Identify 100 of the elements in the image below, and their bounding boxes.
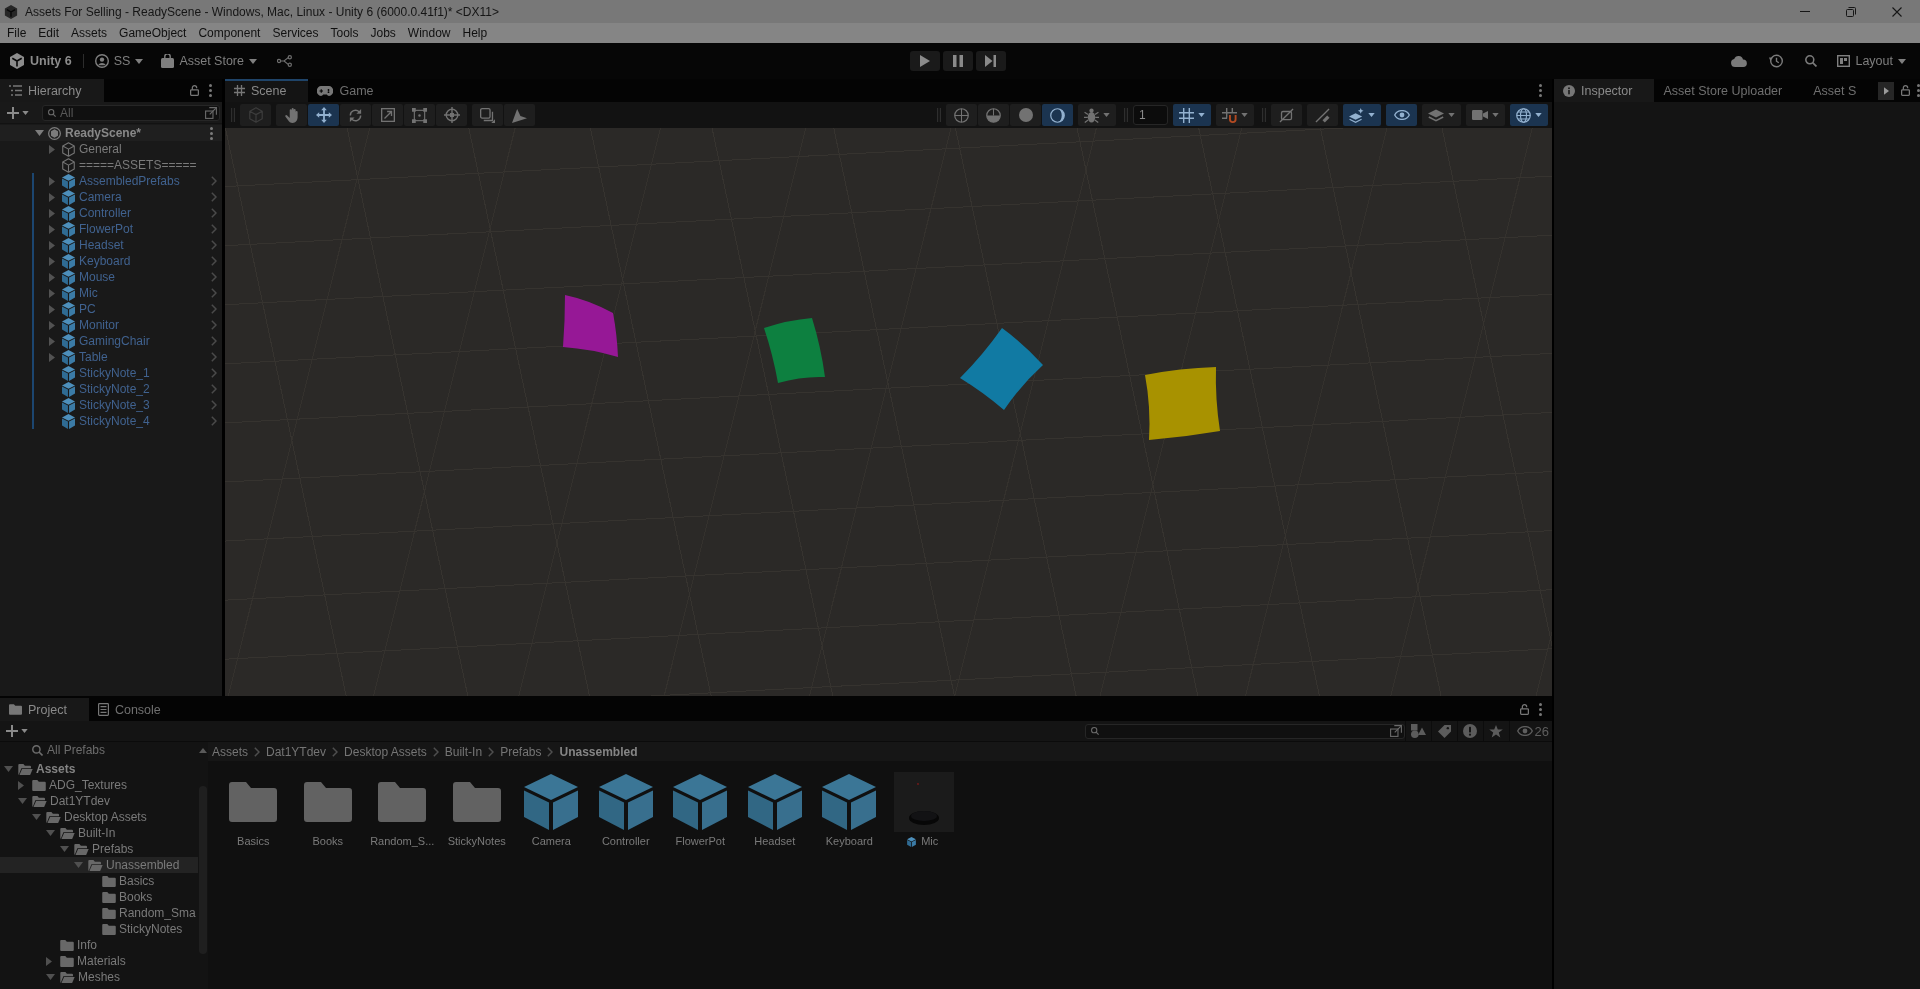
folder-item[interactable]: StickyNotes — [88, 921, 183, 937]
folder-item[interactable]: Books — [88, 889, 153, 905]
triangle-right-icon[interactable] — [49, 208, 55, 218]
triangle-down-icon[interactable] — [74, 862, 83, 868]
hierarchy-item[interactable]: FlowerPot — [49, 221, 137, 237]
triangle-right-icon[interactable] — [49, 304, 55, 314]
triangle-right-icon[interactable] — [49, 240, 55, 250]
asset-name[interactable]: Random_S... — [368, 835, 437, 848]
panel-tab[interactable]: Hierarchy — [0, 79, 104, 102]
panel-tab[interactable]: Asset Store Uploader — [1654, 79, 1805, 102]
triangle-right-icon[interactable] — [49, 320, 55, 330]
custom-tool-button[interactable] — [504, 104, 535, 126]
hierarchy-item[interactable]: Monitor — [49, 317, 122, 333]
more-menu-icon[interactable] — [209, 84, 212, 97]
star-icon[interactable] — [1489, 724, 1504, 738]
folder-item[interactable]: Built-In — [46, 825, 116, 841]
cube-icon[interactable] — [673, 774, 728, 830]
folder-item[interactable]: Prefabs — [60, 841, 134, 857]
triangle-right-icon[interactable] — [49, 256, 55, 266]
asset-name[interactable]: Headset — [752, 835, 798, 848]
gizmos-button[interactable] — [1510, 104, 1548, 126]
branch-nodes-icon[interactable] — [277, 55, 292, 67]
overlay-menu-button[interactable] — [472, 104, 503, 126]
asset-name[interactable]: Camera — [529, 835, 573, 848]
wireframe-button[interactable] — [946, 104, 977, 126]
menu-item[interactable]: File — [1, 25, 33, 41]
hierarchy-item[interactable]: GamingChair — [49, 333, 153, 349]
layers-button[interactable] — [1422, 104, 1461, 126]
triangle-down-icon[interactable] — [46, 830, 55, 836]
menu-item[interactable]: Services — [266, 25, 325, 41]
more-menu-icon[interactable] — [1917, 84, 1920, 97]
folder-icon[interactable] — [303, 782, 352, 822]
search-field[interactable]: All — [42, 104, 220, 121]
hierarchy-item[interactable]: Table — [49, 349, 111, 365]
cube-icon[interactable] — [747, 774, 802, 830]
shaded-button[interactable] — [978, 104, 1009, 126]
more-menu-icon[interactable] — [1539, 84, 1542, 97]
menu-item[interactable]: Edit — [32, 25, 66, 41]
search-icon[interactable] — [1805, 55, 1818, 67]
folder-item[interactable]: Materials — [46, 953, 126, 969]
folder-item[interactable]: Meshes — [46, 969, 121, 985]
create-button[interactable] — [7, 106, 29, 119]
close-icon[interactable] — [1892, 6, 1902, 17]
cube-icon[interactable] — [524, 774, 579, 830]
history-icon[interactable] — [1769, 54, 1784, 68]
breadcrumb-link[interactable]: Unassembled — [559, 744, 638, 759]
asset-name[interactable]: Keyboard — [823, 835, 875, 848]
hierarchy-item[interactable]: General — [49, 141, 125, 157]
hierarchy-item[interactable]: AssembledPrefabs — [49, 173, 183, 189]
panel-tab[interactable]: Inspector — [1554, 79, 1655, 102]
menu-item[interactable]: GameObject — [113, 25, 193, 41]
asset-name[interactable]: Basics — [235, 835, 272, 848]
triangle-right-icon[interactable] — [49, 176, 55, 186]
breadcrumb-link[interactable]: Assets — [212, 744, 248, 759]
triangle-right-icon[interactable] — [49, 144, 55, 154]
solid-button[interactable] — [1010, 104, 1041, 126]
triangle-down-icon[interactable] — [32, 814, 41, 820]
mute-button[interactable] — [1307, 104, 1338, 126]
triangle-down-icon[interactable] — [35, 130, 44, 136]
hand-tool-button[interactable] — [276, 104, 307, 126]
triangle-right-icon[interactable] — [49, 272, 55, 282]
menu-item[interactable]: Tools — [324, 25, 365, 41]
asset-name[interactable]: FlowerPot — [673, 835, 727, 848]
folder-icon[interactable] — [229, 782, 278, 822]
create-button[interactable] — [6, 725, 28, 737]
triangle-right-icon[interactable] — [49, 224, 55, 234]
layout-button[interactable]: Layout — [1837, 53, 1906, 69]
effects-button[interactable] — [1343, 104, 1381, 126]
asset-name[interactable]: Controller — [599, 835, 652, 848]
play-button[interactable] — [909, 51, 940, 71]
panel-tab[interactable]: Project — [0, 698, 89, 721]
search-field[interactable] — [1084, 723, 1405, 739]
grid-button[interactable] — [1173, 104, 1211, 126]
cube-icon[interactable] — [598, 774, 653, 830]
folder-icon[interactable] — [452, 782, 501, 822]
rotate-tool-button[interactable] — [340, 104, 371, 126]
panel-tab[interactable]: Game — [308, 79, 396, 102]
menu-item[interactable]: Help — [456, 25, 494, 41]
folder-item[interactable]: Random_Sma — [88, 905, 196, 921]
lock-icon[interactable] — [190, 85, 199, 96]
asset-name[interactable]: Books — [310, 835, 346, 848]
shapes-icon[interactable] — [1410, 724, 1426, 738]
restore-icon[interactable] — [1846, 6, 1856, 17]
triangle-down-icon[interactable] — [60, 846, 69, 852]
lock-icon[interactable] — [1901, 85, 1911, 96]
triangle-right-icon[interactable] — [49, 192, 55, 202]
menu-item[interactable]: Assets — [65, 25, 114, 41]
move-tool-button[interactable] — [308, 104, 339, 126]
folder-item[interactable]: Dat1YTdev — [18, 793, 111, 809]
menu-item[interactable]: Window — [401, 25, 457, 41]
folder-icon[interactable] — [378, 782, 427, 822]
hierarchy-item[interactable]: =====ASSETS===== — [49, 157, 200, 173]
folder-item[interactable]: Assets — [4, 761, 76, 777]
hierarchy-item[interactable]: Keyboard — [49, 253, 134, 269]
hierarchy-item[interactable]: PC — [49, 301, 99, 317]
pause-button[interactable] — [942, 51, 973, 71]
rect-tool-button[interactable] — [404, 104, 435, 126]
triangle-right-icon[interactable] — [18, 780, 24, 790]
increment-field[interactable]: 1 — [1133, 105, 1168, 125]
menu-item[interactable]: Component — [192, 25, 267, 41]
